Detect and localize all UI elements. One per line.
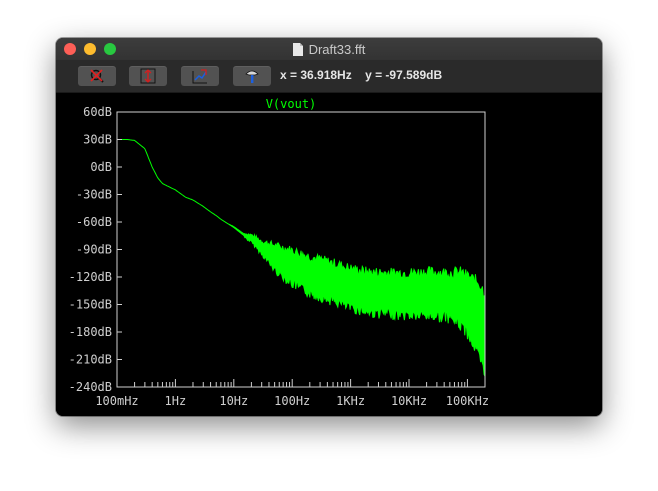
x-tick-label: 10KHz <box>391 394 427 408</box>
x-tick-label: 100Hz <box>274 394 310 408</box>
zoom-fit-button[interactable] <box>181 66 219 86</box>
chart-title-trace-label[interactable]: V(vout) <box>266 97 317 111</box>
window-title-area: Draft33.fft <box>56 38 602 60</box>
y-tick-label: -210dB <box>69 353 112 367</box>
cursor-y-readout: y = -97.589dB <box>365 68 443 82</box>
waveform-window: Draft33.fft x = 36.918Hz y = -97.589dB 1… <box>56 38 602 416</box>
series-trace-vout[interactable] <box>117 139 486 379</box>
probe-hammer-icon <box>245 70 259 83</box>
y-tick-label: 60dB <box>83 105 112 119</box>
y-tick-label: 30dB <box>83 133 112 147</box>
document-icon <box>292 42 303 56</box>
autoscale-y-button[interactable] <box>129 66 167 86</box>
y-tick-label: -30dB <box>76 188 112 202</box>
y-tick-label: -90dB <box>76 243 112 257</box>
x-tick-label: 100KHz <box>446 394 489 408</box>
zoom-cancel-button[interactable] <box>78 66 116 86</box>
plot-pane[interactable]: 100mHz 1Hz 10Hz 100Hz 1KHz 10KHz 100KHz 60dB 30d… <box>56 93 602 416</box>
fft-chart[interactable]: 100mHz 1Hz 10Hz 100Hz 1KHz 10KHz 100KHz 60dB 30d… <box>56 93 602 416</box>
title-bar[interactable]: Draft33.fft <box>56 38 602 60</box>
cursor-readout: x = 36.918Hz y = -97.589dB <box>280 68 442 82</box>
y-tick-label: -120dB <box>69 270 112 284</box>
cursor-x-readout: x = 36.918Hz <box>280 68 352 82</box>
y-tick-label: -150dB <box>69 298 112 312</box>
probe-button[interactable] <box>233 66 271 86</box>
y-tick-label: -240dB <box>69 380 112 394</box>
y-tick-label: -180dB <box>69 325 112 339</box>
autoscale-y-icon <box>140 68 156 84</box>
x-tick-label: 10Hz <box>219 394 248 408</box>
zoom-cancel-icon <box>90 69 104 83</box>
window-title: Draft33.fft <box>308 41 366 57</box>
zoom-fit-icon <box>192 69 207 84</box>
y-tick-label: 0dB <box>90 160 112 174</box>
toolbar: x = 36.918Hz y = -97.589dB <box>56 60 602 93</box>
x-tick-label: 1Hz <box>165 394 187 408</box>
plot-frame <box>116 111 486 388</box>
y-tick-label: -60dB <box>76 215 112 229</box>
x-tick-label: 100mHz <box>95 394 138 408</box>
x-tick-label: 1KHz <box>336 394 365 408</box>
